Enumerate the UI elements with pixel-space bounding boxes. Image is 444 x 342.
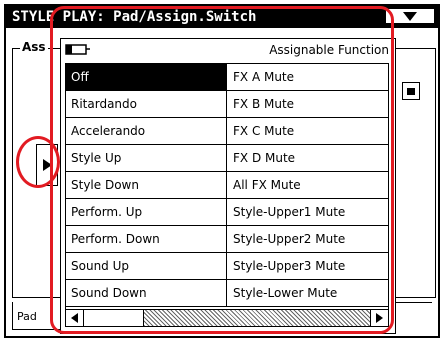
highlight-annotation-circle xyxy=(16,136,60,188)
assign-frame-label: Ass xyxy=(20,40,48,54)
chevron-down-icon xyxy=(403,12,417,21)
highlight-annotation-box xyxy=(50,6,394,334)
lock-icon[interactable] xyxy=(402,82,420,100)
tab-pad-label: Pad xyxy=(17,310,37,323)
